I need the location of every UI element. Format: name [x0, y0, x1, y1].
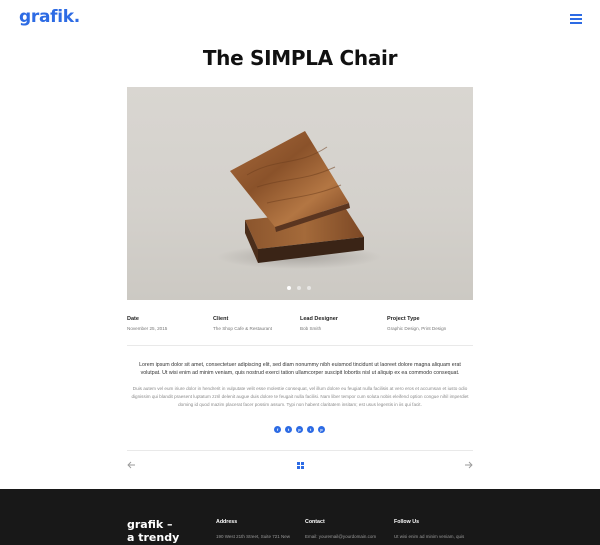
page-title: The SIMPLA Chair	[202, 46, 398, 70]
project-body-text: Duis autem vel eum iriure dolor in hendr…	[131, 386, 469, 407]
twitter-icon[interactable]: t	[285, 426, 292, 433]
meta-project-type: Project Type Graphic Design, Print Desig…	[387, 316, 446, 331]
footer-text: 190 West 21th Street, Suite 721 New	[216, 534, 290, 539]
meta-lead-designer: Lead Designer Bob Smith	[300, 316, 338, 331]
meta-label: Lead Designer	[300, 316, 338, 322]
footer-email-link[interactable]: Email: youremail@yourdomain.com	[305, 534, 376, 539]
meta-value: The Shop Cafe & Restaurant	[213, 326, 272, 331]
footer-text: Ut wisi enim ad minim veniam, quis	[394, 534, 465, 539]
meta-value: Graphic Design, Print Design	[387, 326, 447, 331]
pinterest-icon[interactable]: p	[318, 426, 325, 433]
carousel-dot-2[interactable]	[297, 286, 301, 290]
grid-view-icon[interactable]	[297, 462, 304, 469]
site-footer: grafik – a trendy Address 190 West 21th …	[0, 489, 600, 545]
hamburger-menu-icon[interactable]	[570, 14, 582, 24]
meta-label: Project Type	[387, 316, 420, 322]
footer-follow: Follow Us Ut wisi enim ad minim veniam, …	[394, 519, 464, 539]
tumblr-icon[interactable]: t	[307, 426, 314, 433]
social-share: f t p t p	[274, 426, 326, 434]
wooden-blocks-image	[217, 131, 381, 269]
meta-value: November 25, 2015	[127, 326, 168, 331]
meta-value: Bob Smith	[300, 326, 322, 331]
project-lead-text: Lorem ipsum dolor sit amet, consectetuer…	[139, 362, 461, 377]
divider	[127, 345, 473, 346]
project-image-carousel[interactable]	[127, 87, 473, 300]
arrow-left-icon[interactable]	[127, 460, 136, 470]
footer-brand-line: a trendy	[127, 531, 180, 544]
footer-heading: Contact	[305, 519, 325, 525]
project-pagination	[127, 460, 473, 472]
footer-address: Address 190 West 21th Street, Suite 721 …	[216, 519, 290, 539]
footer-heading: Address	[216, 519, 238, 525]
site-logo[interactable]: grafik.	[19, 7, 80, 27]
divider	[127, 450, 473, 451]
footer-brand-line: grafik –	[127, 518, 173, 531]
meta-client: Client The Shop Cafe & Restaurant	[213, 316, 272, 331]
project-meta: Date November 25, 2015 Client The Shop C…	[127, 316, 473, 336]
meta-date: Date November 25, 2015	[127, 316, 167, 331]
carousel-dot-1[interactable]	[287, 286, 291, 290]
footer-contact: Contact Email: youremail@yourdomain.com	[305, 519, 376, 539]
meta-label: Client	[213, 316, 229, 322]
carousel-dot-3[interactable]	[307, 286, 311, 290]
facebook-icon[interactable]: f	[274, 426, 281, 433]
pinterest-icon[interactable]: p	[296, 426, 303, 433]
arrow-right-icon[interactable]	[464, 460, 473, 470]
carousel-pagination	[287, 286, 317, 292]
footer-brand: grafik – a trendy	[127, 518, 179, 544]
site-header: grafik.	[0, 0, 600, 36]
meta-label: Date	[127, 316, 139, 322]
footer-heading: Follow Us	[394, 519, 420, 525]
